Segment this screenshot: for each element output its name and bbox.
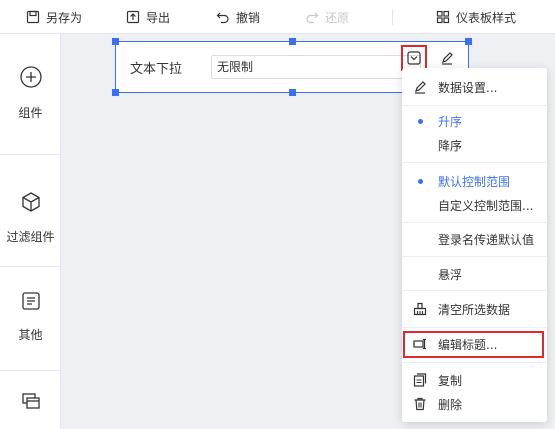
cube-icon bbox=[20, 191, 42, 216]
sidebar-divider bbox=[0, 154, 61, 155]
sidebar-item-other[interactable]: 其他 bbox=[0, 291, 61, 343]
redo-button[interactable]: 还原 bbox=[305, 0, 349, 34]
dashboard-style-button[interactable]: 仪表板样式 bbox=[436, 0, 516, 34]
selected-dot-icon bbox=[418, 118, 423, 124]
widget-title: 文本下拉 bbox=[130, 62, 183, 77]
highlight-box bbox=[403, 331, 544, 358]
document-icon bbox=[21, 291, 41, 314]
menu-item-ascending[interactable]: 升序 bbox=[402, 110, 547, 132]
menu-item-custom-control-range[interactable]: 自定义控制范围... bbox=[402, 194, 547, 216]
menu-item-descending[interactable]: 降序 bbox=[402, 134, 547, 156]
menu-item-label: 默认控制范围 bbox=[438, 174, 511, 189]
save-as-label: 另存为 bbox=[46, 10, 83, 25]
menu-item-data-settings[interactable]: 数据设置... bbox=[402, 76, 547, 98]
pencil-icon bbox=[442, 52, 453, 65]
sidebar-item-layers[interactable] bbox=[0, 391, 61, 414]
export-icon bbox=[126, 10, 140, 24]
menu-item-label: 删除 bbox=[438, 397, 463, 412]
trash-icon bbox=[413, 397, 427, 411]
sidebar-item-components[interactable]: 组件 bbox=[0, 65, 61, 121]
menu-divider bbox=[402, 222, 547, 223]
sidebar-divider bbox=[0, 266, 61, 267]
menu-item-label: 清空所选数据 bbox=[438, 302, 511, 317]
sidebar-item-filter-components[interactable]: 过滤组件 bbox=[0, 191, 61, 245]
sidebar-divider bbox=[0, 370, 61, 371]
sidebar: 组件 过滤组件 其他 bbox=[0, 34, 61, 429]
resize-handle[interactable] bbox=[112, 89, 119, 96]
sidebar-item-label: 组件 bbox=[18, 106, 43, 120]
menu-divider bbox=[402, 256, 547, 257]
menu-item-label: 升序 bbox=[438, 114, 463, 129]
export-button[interactable]: 导出 bbox=[126, 0, 170, 34]
menu-item-label: 数据设置... bbox=[438, 80, 498, 95]
sidebar-item-label: 其他 bbox=[18, 328, 43, 342]
sidebar-item-label: 过滤组件 bbox=[6, 230, 55, 244]
save-icon bbox=[26, 10, 40, 24]
menu-item-login-name-default[interactable]: 登录名传递默认值 bbox=[402, 228, 547, 250]
menu-divider bbox=[402, 162, 547, 163]
dashboard-style-label: 仪表板样式 bbox=[456, 10, 517, 25]
undo-button[interactable]: 撤销 bbox=[216, 0, 260, 34]
menu-item-delete[interactable]: 删除 bbox=[402, 393, 547, 415]
menu-item-copy[interactable]: 复制 bbox=[402, 369, 547, 391]
undo-icon bbox=[216, 10, 230, 24]
menu-item-clear-selection[interactable]: 清空所选数据 bbox=[402, 298, 547, 320]
grid-icon bbox=[436, 10, 450, 24]
menu-item-label: 自定义控制范围... bbox=[438, 198, 534, 213]
dropdown-select[interactable]: 无限制 bbox=[211, 55, 421, 79]
menu-divider bbox=[402, 362, 547, 363]
menu-item-float[interactable]: 悬浮 bbox=[402, 263, 547, 285]
menu-item-label: 降序 bbox=[438, 138, 463, 153]
menu-divider bbox=[402, 290, 547, 291]
redo-icon bbox=[305, 10, 319, 24]
toolbar: 另存为 导出 撤销 还原 仪表板样式 bbox=[0, 0, 555, 34]
redo-label: 还原 bbox=[325, 10, 350, 25]
resize-handle[interactable] bbox=[289, 89, 296, 96]
undo-label: 撤销 bbox=[236, 10, 261, 25]
resize-handle[interactable] bbox=[289, 38, 296, 45]
menu-item-label: 登录名传递默认值 bbox=[438, 232, 535, 247]
toolbar-divider bbox=[392, 9, 393, 25]
save-as-button[interactable]: 另存为 bbox=[26, 0, 82, 34]
pencil-icon bbox=[413, 80, 427, 94]
menu-item-label: 复制 bbox=[438, 373, 463, 388]
layers-icon bbox=[21, 391, 41, 414]
menu-divider bbox=[402, 327, 547, 328]
widget-context-menu: 数据设置... 升序 降序 默认控制范围 自定义控制范围... 登录名传递默认值… bbox=[402, 68, 547, 422]
resize-handle[interactable] bbox=[112, 38, 119, 45]
widget-edit-button[interactable] bbox=[436, 47, 458, 69]
menu-item-label: 悬浮 bbox=[438, 267, 463, 282]
copy-icon bbox=[413, 373, 427, 387]
add-circle-icon bbox=[19, 65, 43, 92]
menu-divider bbox=[402, 105, 547, 106]
resize-handle[interactable] bbox=[465, 38, 472, 45]
menu-item-default-control-range[interactable]: 默认控制范围 bbox=[402, 170, 547, 192]
export-label: 导出 bbox=[146, 10, 171, 25]
selected-dot-icon bbox=[418, 178, 423, 184]
broom-icon bbox=[413, 302, 427, 316]
